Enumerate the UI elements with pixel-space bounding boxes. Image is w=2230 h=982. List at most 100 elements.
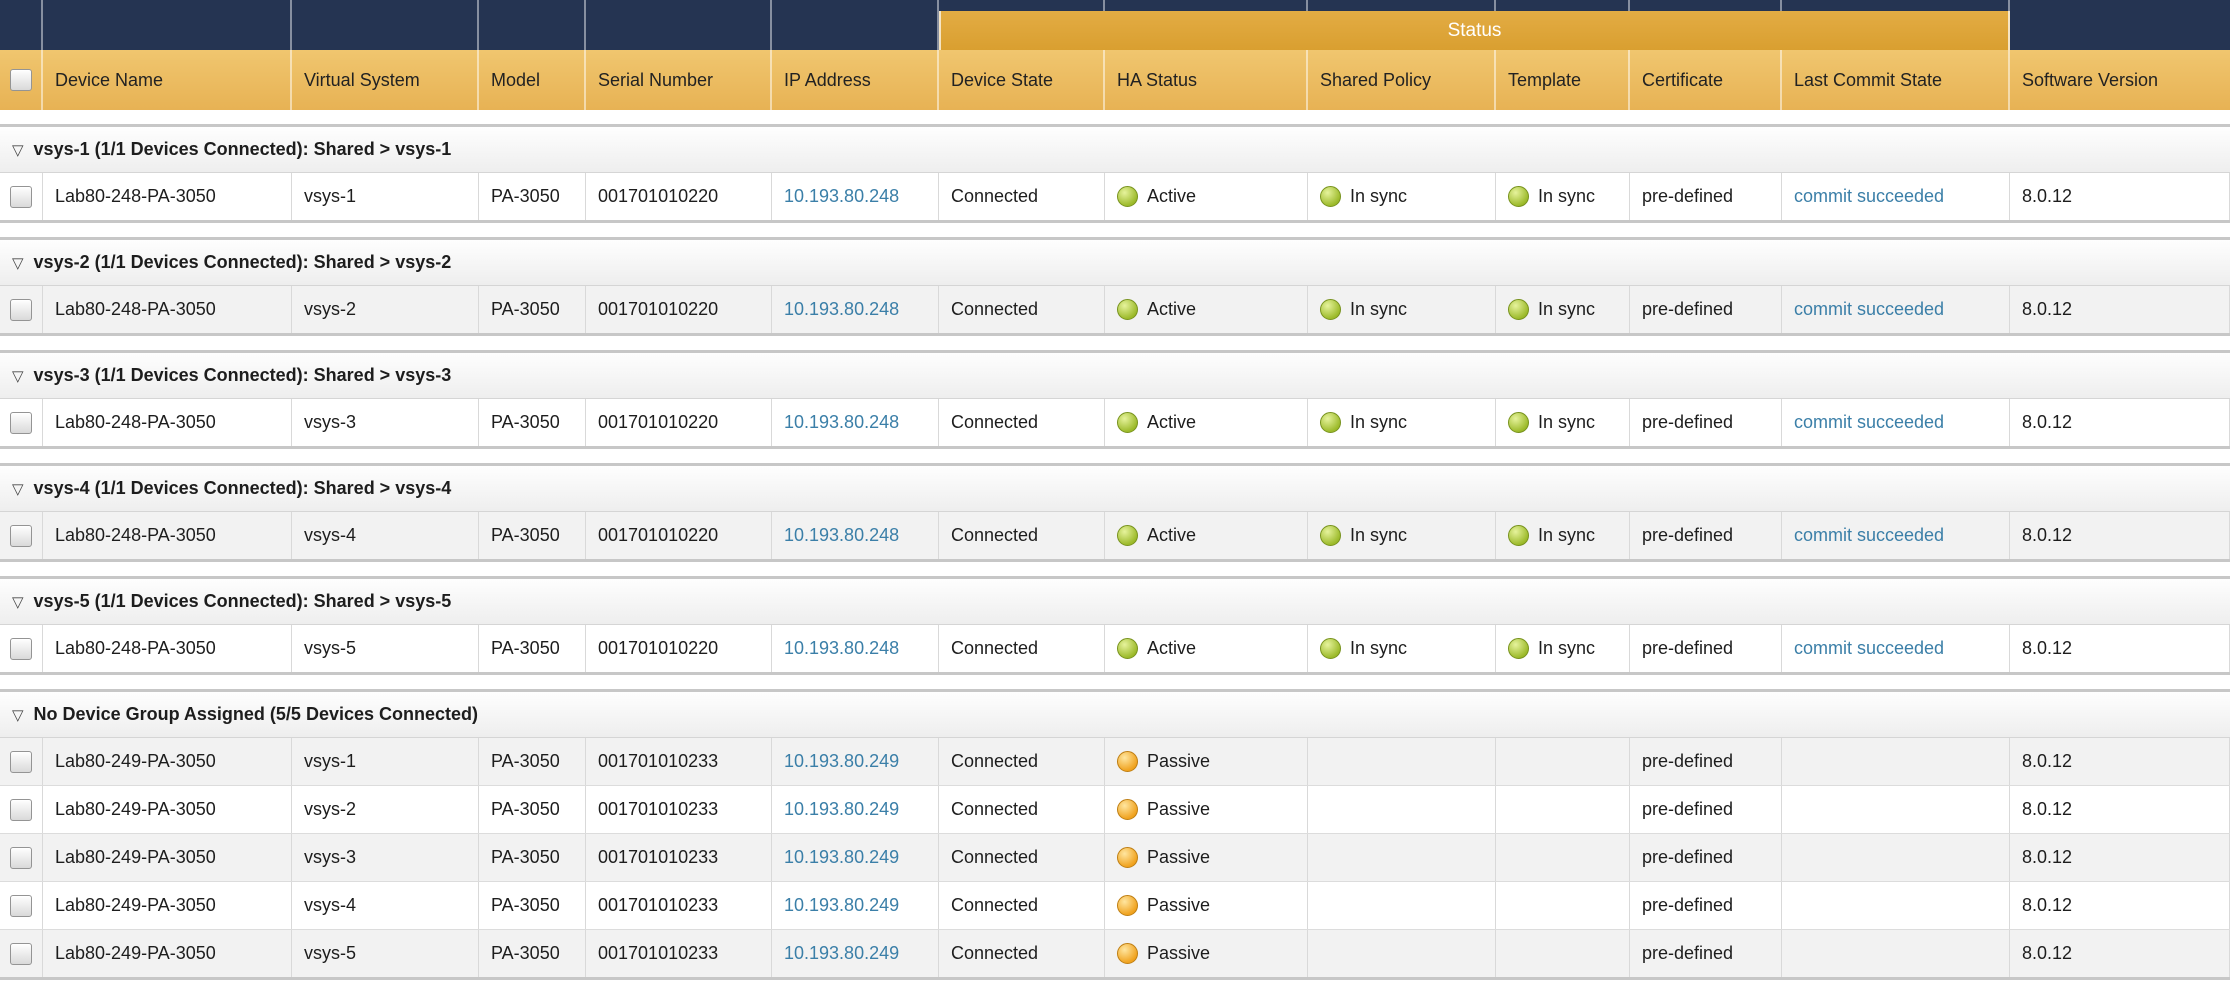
device-state-text: Connected <box>951 847 1038 868</box>
software-version-cell: 8.0.12 <box>2010 834 2230 881</box>
row-select-cell <box>0 512 43 559</box>
column-header-device-state[interactable]: Device State <box>939 50 1105 110</box>
row-checkbox[interactable] <box>10 895 32 917</box>
column-header-template[interactable]: Template <box>1496 50 1630 110</box>
ip-address-link[interactable]: 10.193.80.249 <box>784 943 899 964</box>
device-row[interactable]: Lab80-249-PA-3050vsys-2PA-30500017010102… <box>0 786 2230 834</box>
collapse-triangle-icon[interactable]: ▽ <box>12 480 24 498</box>
column-header-software-version[interactable]: Software Version <box>2010 50 2230 110</box>
template-green-dot-icon <box>1508 525 1529 546</box>
template-cell <box>1496 882 1630 929</box>
model-text: PA-3050 <box>491 847 560 868</box>
row-checkbox[interactable] <box>10 638 32 660</box>
ip-address-link[interactable]: 10.193.80.248 <box>784 412 899 433</box>
virtual-system-cell: vsys-2 <box>292 286 479 333</box>
device-row[interactable]: Lab80-248-PA-3050vsys-1PA-30500017010102… <box>0 173 2230 220</box>
group-header-row[interactable]: ▽vsys-2 (1/1 Devices Connected): Shared … <box>0 240 2230 286</box>
ip-address-link[interactable]: 10.193.80.248 <box>784 186 899 207</box>
collapse-triangle-icon[interactable]: ▽ <box>12 706 24 724</box>
software-version-text: 8.0.12 <box>2022 943 2072 964</box>
certificate-text: pre-defined <box>1642 799 1733 820</box>
device-row[interactable]: Lab80-248-PA-3050vsys-3PA-30500017010102… <box>0 399 2230 446</box>
software-version-cell: 8.0.12 <box>2010 286 2230 333</box>
software-version-cell: 8.0.12 <box>2010 738 2230 785</box>
ip-address-link[interactable]: 10.193.80.249 <box>784 751 899 772</box>
last-commit-state-link[interactable]: commit succeeded <box>1794 299 1944 320</box>
device-state-text: Connected <box>951 799 1038 820</box>
template-cell: In sync <box>1496 173 1630 220</box>
ip-address-link[interactable]: 10.193.80.249 <box>784 847 899 868</box>
ha-status-text: Passive <box>1147 943 1210 964</box>
device-row[interactable]: Lab80-249-PA-3050vsys-3PA-30500017010102… <box>0 834 2230 882</box>
model-text: PA-3050 <box>491 799 560 820</box>
ip-address-link[interactable]: 10.193.80.249 <box>784 799 899 820</box>
software-version-text: 8.0.12 <box>2022 186 2072 207</box>
serial-number-text: 001701010233 <box>598 751 718 772</box>
ip-address-link[interactable]: 10.193.80.249 <box>784 895 899 916</box>
certificate-text: pre-defined <box>1642 525 1733 546</box>
device-group-section: ▽vsys-3 (1/1 Devices Connected): Shared … <box>0 350 2230 449</box>
group-header-row[interactable]: ▽ vsys-4 (1/1 Devices Connected): Shared … <box>0 466 2230 512</box>
group-header-row[interactable]: ▽vsys-3 (1/1 Devices Connected): Shared … <box>0 353 2230 399</box>
column-header-device-name[interactable]: Device Name <box>43 50 292 110</box>
serial-number-text: 001701010233 <box>598 847 718 868</box>
last-commit-state-link[interactable]: commit succeeded <box>1794 412 1944 433</box>
template-green-dot-icon <box>1508 186 1529 207</box>
ha-status-cell: Passive <box>1105 930 1308 977</box>
template-cell <box>1496 930 1630 977</box>
device-state-text: Connected <box>951 525 1038 546</box>
device-state-cell: Connected <box>939 738 1105 785</box>
model-cell: PA-3050 <box>479 738 586 785</box>
device-group-section: ▽ vsys-4 (1/1 Devices Connected): Shared … <box>0 463 2230 562</box>
device-row[interactable]: Lab80-248-PA-3050vsys-5PA-30500017010102… <box>0 625 2230 672</box>
model-cell: PA-3050 <box>479 834 586 881</box>
shared-policy-green-dot-icon <box>1320 525 1341 546</box>
collapse-triangle-icon[interactable]: ▽ <box>12 593 24 611</box>
row-checkbox[interactable] <box>10 186 32 208</box>
ha-status-text: Active <box>1147 638 1196 659</box>
serial-number-cell: 001701010220 <box>586 286 772 333</box>
row-checkbox[interactable] <box>10 412 32 434</box>
ip-address-link[interactable]: 10.193.80.248 <box>784 299 899 320</box>
group-header-row[interactable]: ▽vsys-5 (1/1 Devices Connected): Shared … <box>0 579 2230 625</box>
collapse-triangle-icon[interactable]: ▽ <box>12 141 24 159</box>
virtual-system-text: vsys-2 <box>304 799 356 820</box>
column-header-certificate[interactable]: Certificate <box>1630 50 1782 110</box>
last-commit-state-link[interactable]: commit succeeded <box>1794 525 1944 546</box>
row-checkbox[interactable] <box>10 299 32 321</box>
column-header-ha-status[interactable]: HA Status <box>1105 50 1308 110</box>
column-header-model[interactable]: Model <box>479 50 586 110</box>
device-state-cell: Connected <box>939 286 1105 333</box>
ip-address-link[interactable]: 10.193.80.248 <box>784 525 899 546</box>
group-header-row[interactable]: ▽ vsys-1 (1/1 Devices Connected): Shared … <box>0 127 2230 173</box>
group-label: vsys-4 (1/1 Devices Connected): Shared >… <box>34 478 452 499</box>
collapse-triangle-icon[interactable]: ▽ <box>12 367 24 385</box>
ip-address-link[interactable]: 10.193.80.248 <box>784 638 899 659</box>
device-row[interactable]: Lab80-249-PA-3050vsys-5PA-30500017010102… <box>0 930 2230 977</box>
column-header-serial-number[interactable]: Serial Number <box>586 50 772 110</box>
column-header-last-commit-state[interactable]: Last Commit State <box>1782 50 2010 110</box>
software-version-text: 8.0.12 <box>2022 412 2072 433</box>
select-all-checkbox[interactable] <box>10 69 32 91</box>
device-row[interactable]: Lab80-248-PA-3050vsys-2PA-30500017010102… <box>0 286 2230 333</box>
group-label: vsys-1 (1/1 Devices Connected): Shared >… <box>34 139 452 160</box>
row-checkbox[interactable] <box>10 943 32 965</box>
last-commit-state-link[interactable]: commit succeeded <box>1794 638 1944 659</box>
device-row[interactable]: Lab80-249-PA-3050vsys-4PA-30500017010102… <box>0 882 2230 930</box>
row-checkbox[interactable] <box>10 799 32 821</box>
device-row[interactable]: Lab80-249-PA-3050vsys-1PA-30500017010102… <box>0 738 2230 786</box>
shared-policy-text: In sync <box>1350 525 1407 546</box>
row-checkbox[interactable] <box>10 847 32 869</box>
shared-policy-text: In sync <box>1350 412 1407 433</box>
column-header-ip-address[interactable]: IP Address <box>772 50 939 110</box>
row-checkbox[interactable] <box>10 525 32 547</box>
software-version-text: 8.0.12 <box>2022 847 2072 868</box>
device-row[interactable]: Lab80-248-PA-3050vsys-4PA-30500017010102… <box>0 512 2230 559</box>
group-label: No Device Group Assigned (5/5 Devices Co… <box>34 704 478 725</box>
row-checkbox[interactable] <box>10 751 32 773</box>
group-header-row[interactable]: ▽ No Device Group Assigned (5/5 Devices C… <box>0 692 2230 738</box>
collapse-triangle-icon[interactable]: ▽ <box>12 254 24 272</box>
column-header-virtual-system[interactable]: Virtual System <box>292 50 479 110</box>
last-commit-state-link[interactable]: commit succeeded <box>1794 186 1944 207</box>
column-header-shared-policy[interactable]: Shared Policy <box>1308 50 1496 110</box>
